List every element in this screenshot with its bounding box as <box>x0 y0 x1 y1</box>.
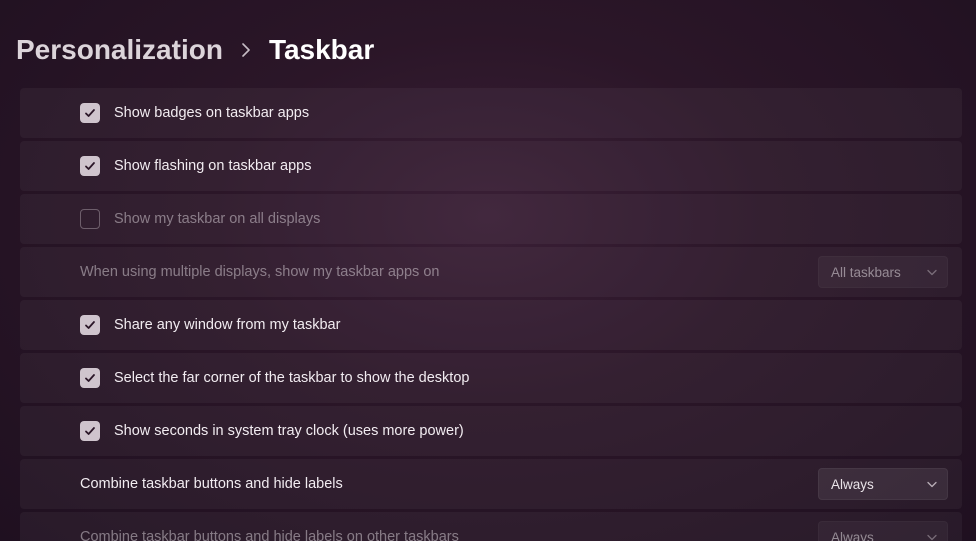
select-value: Always <box>831 477 917 492</box>
select-multi-display[interactable]: All taskbars <box>818 256 948 288</box>
select-value: Always <box>831 530 917 541</box>
check-icon <box>84 372 96 384</box>
label-all-displays: Show my taskbar on all displays <box>114 211 948 227</box>
checkbox-show-flashing[interactable] <box>80 156 100 176</box>
chevron-right-icon <box>241 40 251 63</box>
check-icon <box>84 425 96 437</box>
label-combine-buttons-other: Combine taskbar buttons and hide labels … <box>80 529 818 541</box>
breadcrumb: Personalization Taskbar <box>16 34 374 66</box>
label-show-seconds: Show seconds in system tray clock (uses … <box>114 423 948 439</box>
label-show-badges: Show badges on taskbar apps <box>114 105 948 121</box>
checkbox-show-badges[interactable] <box>80 103 100 123</box>
breadcrumb-parent[interactable]: Personalization <box>16 34 223 66</box>
select-combine-buttons-other[interactable]: Always <box>818 521 948 541</box>
row-share-window: Share any window from my taskbar <box>20 300 962 350</box>
label-multi-display: When using multiple displays, show my ta… <box>80 264 818 280</box>
chevron-down-icon <box>927 265 937 280</box>
breadcrumb-current: Taskbar <box>269 34 374 66</box>
label-share-window: Share any window from my taskbar <box>114 317 948 333</box>
select-value: All taskbars <box>831 265 917 280</box>
checkbox-all-displays[interactable] <box>80 209 100 229</box>
row-far-corner: Select the far corner of the taskbar to … <box>20 353 962 403</box>
checkbox-show-seconds[interactable] <box>80 421 100 441</box>
chevron-down-icon <box>927 530 937 541</box>
label-show-flashing: Show flashing on taskbar apps <box>114 158 948 174</box>
checkbox-far-corner[interactable] <box>80 368 100 388</box>
row-show-flashing: Show flashing on taskbar apps <box>20 141 962 191</box>
settings-list: Show badges on taskbar apps Show flashin… <box>20 88 962 541</box>
select-combine-buttons[interactable]: Always <box>818 468 948 500</box>
label-far-corner: Select the far corner of the taskbar to … <box>114 370 948 386</box>
checkbox-share-window[interactable] <box>80 315 100 335</box>
row-all-displays: Show my taskbar on all displays <box>20 194 962 244</box>
row-combine-buttons-other: Combine taskbar buttons and hide labels … <box>20 512 962 541</box>
check-icon <box>84 160 96 172</box>
check-icon <box>84 107 96 119</box>
row-multi-display-dropdown: When using multiple displays, show my ta… <box>20 247 962 297</box>
row-show-seconds: Show seconds in system tray clock (uses … <box>20 406 962 456</box>
row-show-badges: Show badges on taskbar apps <box>20 88 962 138</box>
chevron-down-icon <box>927 477 937 492</box>
row-combine-buttons: Combine taskbar buttons and hide labels … <box>20 459 962 509</box>
check-icon <box>84 319 96 331</box>
label-combine-buttons: Combine taskbar buttons and hide labels <box>80 476 818 492</box>
